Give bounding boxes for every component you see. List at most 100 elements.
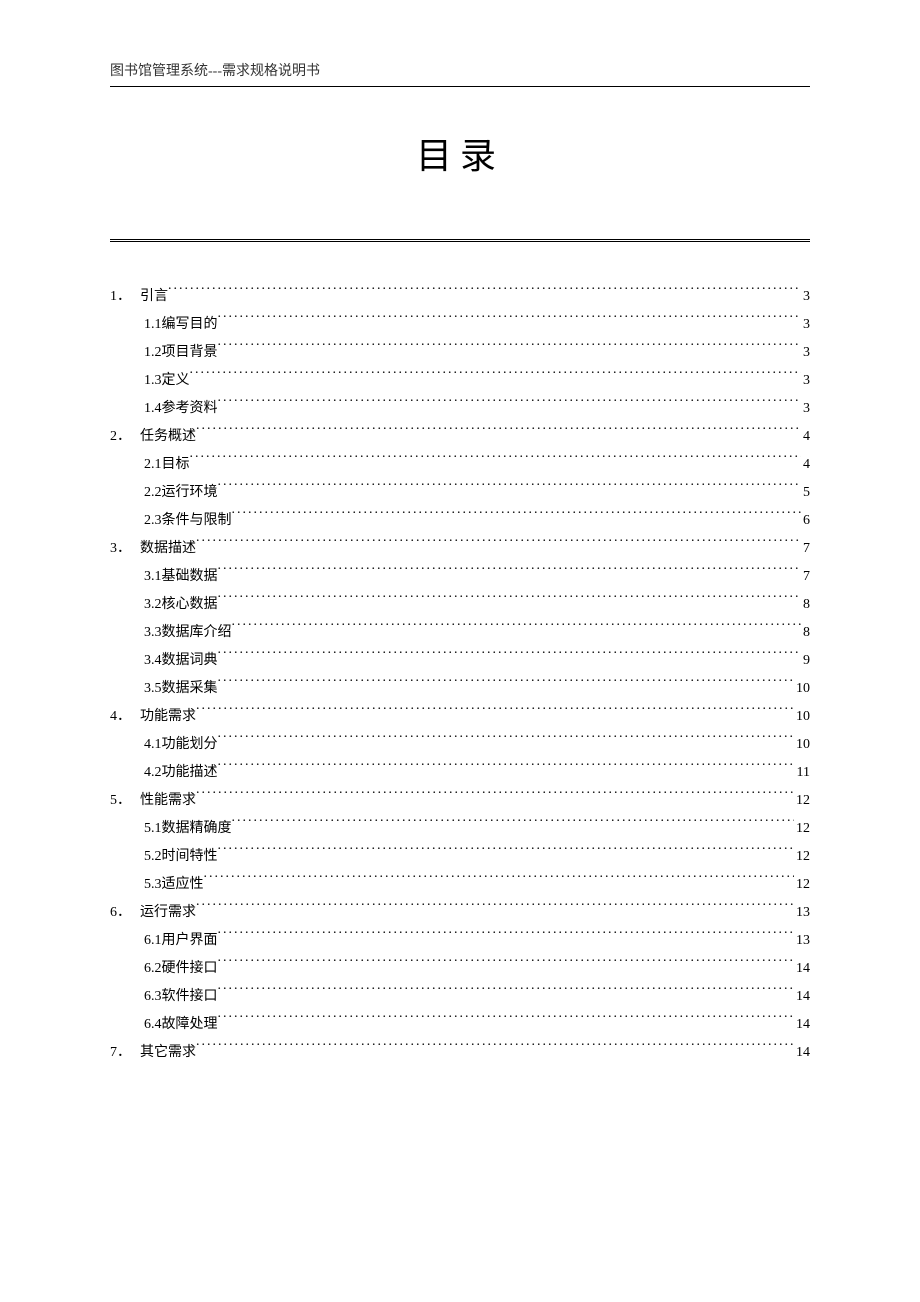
- toc-leader-dots: [168, 286, 801, 300]
- toc-entry-number: 4.1: [144, 731, 162, 759]
- toc-entry: 2.2 运行环境 5: [110, 479, 810, 507]
- toc-entry-number: 3.5: [144, 675, 162, 703]
- toc-leader-dots: [218, 734, 795, 748]
- toc-entry-label: 功能需求: [140, 703, 196, 731]
- toc-entry: 4.1 功能划分 10: [110, 731, 810, 759]
- toc-entry: 1.1 编写目的 3: [110, 311, 810, 339]
- toc-entry: 3.2 核心数据8: [110, 591, 810, 619]
- toc-entry-page: 4: [801, 451, 810, 479]
- toc-entry-page: 7: [801, 563, 810, 591]
- toc-leader-dots: [218, 650, 802, 664]
- toc-entry-number: 3.1: [144, 563, 162, 591]
- toc-leader-dots: [196, 426, 801, 440]
- toc-entry-label: 功能划分: [162, 731, 218, 759]
- toc-leader-dots: [218, 762, 795, 776]
- toc-entry: 6.4 故障处理14: [110, 1011, 810, 1039]
- toc-entry-number: 5．: [110, 787, 140, 815]
- page-header: 图书馆管理系统---需求规格说明书: [110, 60, 810, 87]
- toc-entry-page: 3: [801, 311, 810, 339]
- toc-entry-number: 5.3: [144, 871, 162, 899]
- toc-entry: 1．引言3: [110, 283, 810, 311]
- toc-entry: 4.2 功能描述11: [110, 759, 810, 787]
- toc-entry-number: 1.4: [144, 395, 162, 423]
- toc-entry: 2.3 条件与限制 6: [110, 507, 810, 535]
- toc-entry-label: 条件与限制: [162, 507, 232, 535]
- toc-entry-number: 1.1: [144, 311, 162, 339]
- toc-entry-page: 10: [794, 675, 810, 703]
- toc-entry-number: 3.3: [144, 619, 162, 647]
- toc-leader-dots: [218, 958, 795, 972]
- toc-entry: 6．运行需求13: [110, 899, 810, 927]
- toc-entry-label: 编写目的: [162, 311, 218, 339]
- toc-title: 目录: [110, 127, 810, 179]
- toc-leader-dots: [218, 482, 802, 496]
- toc-leader-dots: [218, 594, 802, 608]
- toc-entry-number: 2.2: [144, 479, 162, 507]
- toc-entry-page: 3: [801, 283, 810, 311]
- toc-entry-label: 核心数据: [162, 591, 218, 619]
- title-divider: [110, 239, 810, 243]
- toc-entry-label: 其它需求: [140, 1039, 196, 1067]
- toc-leader-dots: [196, 706, 794, 720]
- toc-entry: 5.3 适应性 12: [110, 871, 810, 899]
- toc-entry: 7．其它需求14: [110, 1039, 810, 1067]
- toc-entry-label: 用户界面: [162, 927, 218, 955]
- toc-entry-label: 定义: [162, 367, 190, 395]
- toc-leader-dots: [190, 370, 802, 384]
- toc-entry-number: 5.1: [144, 815, 162, 843]
- toc-entry: 5．性能需求 12: [110, 787, 810, 815]
- toc-entry-page: 10: [794, 703, 810, 731]
- toc-entry-page: 8: [801, 619, 810, 647]
- toc-entry-page: 12: [794, 871, 810, 899]
- toc-entry: 3.5 数据采集10: [110, 675, 810, 703]
- toc-entry-label: 参考资料: [162, 395, 218, 423]
- toc-leader-dots: [218, 566, 802, 580]
- toc-entry: 3.3 数据库介绍 8: [110, 619, 810, 647]
- toc-entry-number: 3.4: [144, 647, 162, 675]
- toc-leader-dots: [218, 342, 802, 356]
- toc-entry-page: 13: [794, 927, 810, 955]
- toc-entry-label: 目标: [162, 451, 190, 479]
- toc-entry-label: 数据精确度: [162, 815, 232, 843]
- toc-entry-page: 10: [794, 731, 810, 759]
- toc-entry-page: 7: [801, 535, 810, 563]
- toc-leader-dots: [196, 1042, 794, 1056]
- toc-entry-page: 12: [794, 787, 810, 815]
- toc-entry-number: 3.2: [144, 591, 162, 619]
- toc-entry-number: 4．: [110, 703, 140, 731]
- toc-entry-number: 6.3: [144, 983, 162, 1011]
- toc-leader-dots: [232, 622, 802, 636]
- toc-entry: 6.2 硬件接口14: [110, 955, 810, 983]
- toc-entry-number: 1.2: [144, 339, 162, 367]
- toc-leader-dots: [218, 846, 795, 860]
- toc-leader-dots: [204, 874, 795, 888]
- toc-entry-label: 硬件接口: [162, 955, 218, 983]
- toc-leader-dots: [218, 678, 795, 692]
- toc-entry: 2．任务概述4: [110, 423, 810, 451]
- toc-entry-number: 2.3: [144, 507, 162, 535]
- toc-entry-label: 项目背景: [162, 339, 218, 367]
- toc-leader-dots: [232, 818, 795, 832]
- toc-entry-label: 数据库介绍: [162, 619, 232, 647]
- toc-leader-dots: [190, 454, 802, 468]
- toc-entry-page: 14: [794, 955, 810, 983]
- toc-entry: 1.3 定义3: [110, 367, 810, 395]
- toc-entry-label: 性能需求: [140, 787, 196, 815]
- toc-entry-label: 任务概述: [140, 423, 196, 451]
- toc-entry-page: 5: [801, 479, 810, 507]
- toc-entry: 3.4 数据词典9: [110, 647, 810, 675]
- toc-entry-label: 数据词典: [162, 647, 218, 675]
- toc-entry-number: 2.1: [144, 451, 162, 479]
- toc-entry-label: 引言: [140, 283, 168, 311]
- toc-entry: 4．功能需求 10: [110, 703, 810, 731]
- toc-entry-label: 数据描述: [140, 535, 196, 563]
- toc-entry-label: 运行环境: [162, 479, 218, 507]
- toc-leader-dots: [196, 902, 794, 916]
- toc-entry-page: 4: [801, 423, 810, 451]
- toc-leader-dots: [218, 314, 802, 328]
- toc-entry-number: 3．: [110, 535, 140, 563]
- toc-entry-page: 6: [801, 507, 810, 535]
- toc-entry: 1.2 项目背景3: [110, 339, 810, 367]
- toc-entry-label: 适应性: [162, 871, 204, 899]
- toc-entry: 3．数据描述 7: [110, 535, 810, 563]
